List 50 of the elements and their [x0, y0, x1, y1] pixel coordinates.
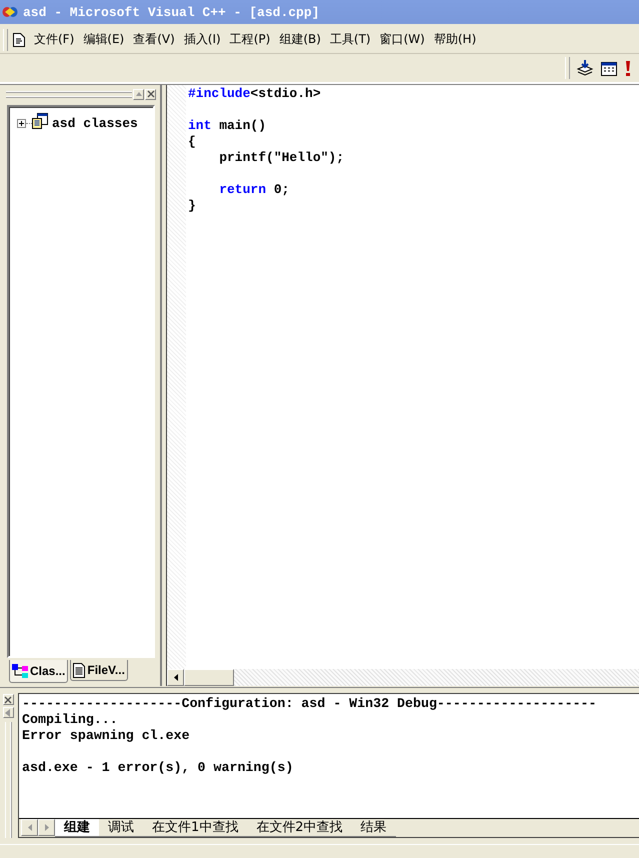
scrollbar-thumb[interactable]: [184, 669, 234, 686]
code-line: {: [188, 134, 197, 150]
class-icon: [12, 664, 28, 678]
window-title: asd - Microsoft Visual C++ - [asd.cpp]: [23, 4, 320, 20]
stack-icon[interactable]: [575, 59, 595, 77]
output-tab[interactable]: 结果: [352, 819, 396, 837]
menu-item[interactable]: 组建(B): [275, 31, 326, 48]
menu-item[interactable]: 编辑(E): [79, 31, 130, 48]
menu-item[interactable]: 文件(F): [30, 31, 80, 48]
output-tab[interactable]: 在文件1中查找: [143, 819, 248, 837]
output-tab[interactable]: 调试: [99, 819, 143, 837]
expand-icon[interactable]: [17, 118, 26, 128]
output-line: --------------------Configuration: asd - Win32 Debug--------------------: [22, 696, 598, 712]
app-icon: [2, 5, 18, 19]
code-line: int main(): [188, 118, 268, 134]
menu-item[interactable]: 查看(V): [129, 31, 180, 48]
code-line: #include<stdio.h>: [188, 86, 322, 102]
exclamation-icon[interactable]: [623, 59, 633, 77]
scroll-right-button[interactable]: [38, 819, 55, 836]
code-line: printf("Hello");: [218, 150, 344, 166]
output-line: Compiling...: [22, 712, 119, 728]
calendar-icon[interactable]: [600, 59, 618, 77]
menu-item[interactable]: 帮助(H): [430, 31, 482, 48]
scroll-left-button[interactable]: [167, 669, 184, 686]
menu-item[interactable]: 工程(P): [226, 31, 276, 48]
collapse-button[interactable]: [2, 707, 14, 718]
dock-button[interactable]: [133, 88, 144, 100]
grip-bar[interactable]: [6, 91, 132, 97]
tree-item[interactable]: asd classes: [52, 116, 138, 130]
grip-bar[interactable]: [5, 722, 11, 838]
code-line: return 0;: [218, 182, 290, 198]
left-arrow-icon: [174, 674, 178, 681]
panel-tab[interactable]: FileV...: [70, 660, 128, 681]
code-line: }: [188, 198, 197, 214]
triangle-icon: [134, 91, 142, 97]
menu-item[interactable]: 插入(I): [180, 31, 226, 48]
close-button[interactable]: [145, 88, 156, 100]
left-arrow-icon: [28, 824, 32, 831]
output-tab[interactable]: 组建: [55, 819, 99, 837]
right-arrow-icon: [44, 824, 48, 831]
output-line: Error spawning cl.exe: [22, 728, 191, 744]
menu-item[interactable]: 工具(T): [326, 31, 376, 48]
output-tab[interactable]: 在文件2中查找: [247, 819, 352, 837]
left-arrow-icon: [5, 708, 11, 716]
panel-tab[interactable]: Clas...: [9, 660, 68, 683]
document-icon[interactable]: [12, 32, 26, 48]
menu-item[interactable]: 窗口(W): [376, 31, 430, 48]
output-line: asd.exe - 1 error(s), 0 warning(s): [22, 760, 294, 776]
close-button[interactable]: [2, 694, 14, 705]
document-icon: [73, 662, 86, 678]
